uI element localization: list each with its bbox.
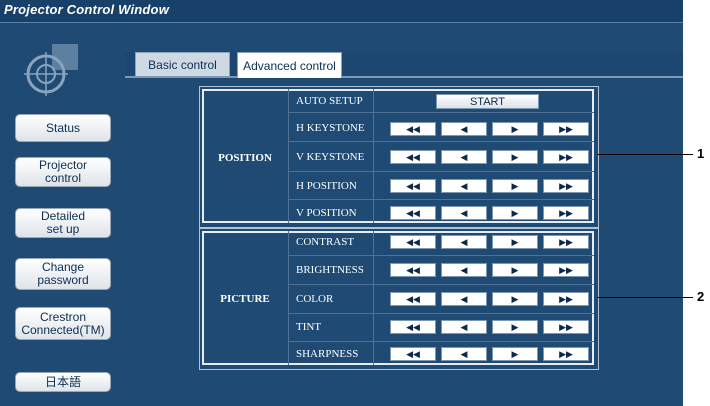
sharpness-right-button[interactable]: ▶	[492, 347, 538, 361]
brightness-label: BRIGHTNESS	[296, 264, 364, 276]
sharpness-fast-right-button[interactable]: ▶▶	[543, 347, 589, 361]
tab-advanced-control[interactable]: Advanced control	[237, 52, 342, 78]
v-keystone-right-button[interactable]: ▶	[492, 150, 538, 164]
brightness-left-button[interactable]: ◀	[441, 263, 487, 277]
v-keystone-left-button[interactable]: ◀	[441, 150, 487, 164]
color-fast-left-button[interactable]: ◀◀	[390, 292, 436, 306]
divider	[288, 141, 594, 142]
sidebar-item-label: 日本語	[44, 374, 81, 389]
tint-fast-left-button[interactable]: ◀◀	[390, 320, 436, 334]
sidebar-item-crestron[interactable]: Crestron Connected(TM)	[15, 307, 111, 340]
callout-number-2: 2	[697, 289, 705, 304]
divider	[288, 171, 594, 172]
h-position-label: H POSITION	[296, 180, 357, 192]
sidebar-item-label: Detailed set up	[40, 209, 86, 236]
tint-label: TINT	[296, 321, 322, 333]
sidebar-item-label: Change password	[37, 260, 89, 287]
divider	[288, 313, 594, 314]
position-panel: POSITION AUTO SETUP START H KEYSTONE ◀◀ …	[199, 86, 599, 228]
brightness-fast-left-button[interactable]: ◀◀	[390, 263, 436, 277]
color-label: COLOR	[296, 293, 334, 305]
auto-setup-label: AUTO SETUP	[296, 95, 363, 107]
h-keystone-fast-right-button[interactable]: ▶▶	[543, 122, 589, 136]
sidebar-item-japanese[interactable]: 日本語	[15, 372, 111, 392]
h-position-right-button[interactable]: ▶	[492, 179, 538, 193]
tint-right-button[interactable]: ▶	[492, 320, 538, 334]
divider	[288, 255, 594, 256]
color-fast-right-button[interactable]: ▶▶	[543, 292, 589, 306]
contrast-right-button[interactable]: ▶	[492, 235, 538, 249]
h-keystone-fast-left-button[interactable]: ◀◀	[390, 122, 436, 136]
title-bar: Projector Control Window	[0, 0, 683, 23]
sidebar-item-status[interactable]: Status	[15, 114, 111, 142]
v-keystone-label: V KEYSTONE	[296, 151, 365, 163]
v-position-fast-right-button[interactable]: ▶▶	[543, 206, 589, 220]
callout-number-1: 1	[697, 146, 705, 161]
divider	[288, 112, 594, 113]
sidebar-item-change-password[interactable]: Change password	[15, 258, 111, 290]
contrast-fast-left-button[interactable]: ◀◀	[390, 235, 436, 249]
divider	[288, 199, 594, 200]
h-keystone-left-button[interactable]: ◀	[441, 122, 487, 136]
brightness-right-button[interactable]: ▶	[492, 263, 538, 277]
picture-section-label: PICTURE	[220, 293, 270, 305]
tint-fast-right-button[interactable]: ▶▶	[543, 320, 589, 334]
tint-left-button[interactable]: ◀	[441, 320, 487, 334]
sidebar-item-label: Status	[45, 120, 81, 135]
color-right-button[interactable]: ▶	[492, 292, 538, 306]
sidebar-item-label: Crestron Connected(TM)	[21, 309, 105, 337]
picture-panel: PICTURE CONTRAST ◀◀ ◀ ▶ ▶▶ BRIGHTNESS ◀◀…	[199, 228, 599, 370]
v-position-fast-left-button[interactable]: ◀◀	[390, 206, 436, 220]
brightness-fast-right-button[interactable]: ▶▶	[543, 263, 589, 277]
v-keystone-fast-right-button[interactable]: ▶▶	[543, 150, 589, 164]
divider	[373, 231, 374, 365]
sharpness-fast-left-button[interactable]: ◀◀	[390, 347, 436, 361]
tab-basic-control[interactable]: Basic control	[135, 52, 230, 76]
h-position-fast-left-button[interactable]: ◀◀	[390, 179, 436, 193]
color-left-button[interactable]: ◀	[441, 292, 487, 306]
divider	[373, 89, 374, 223]
sidebar-item-projector-control[interactable]: Projector control	[15, 157, 111, 187]
position-section-label: POSITION	[218, 152, 272, 164]
tab-label: Advanced control	[243, 58, 336, 73]
tab-bar: Basic control Advanced control	[125, 52, 683, 78]
sharpness-label: SHARPNESS	[296, 348, 359, 360]
h-position-left-button[interactable]: ◀	[441, 179, 487, 193]
contrast-fast-right-button[interactable]: ▶▶	[543, 235, 589, 249]
target-logo-icon	[24, 44, 78, 96]
sidebar-item-label: Projector control	[38, 158, 88, 185]
callout-line-1	[597, 154, 693, 155]
h-keystone-right-button[interactable]: ▶	[492, 122, 538, 136]
v-position-label: V POSITION	[296, 207, 357, 219]
h-keystone-label: H KEYSTONE	[296, 122, 365, 134]
divider	[288, 284, 594, 285]
v-position-left-button[interactable]: ◀	[441, 206, 487, 220]
projector-control-window: Projector Control Window Status Projecto…	[0, 0, 683, 406]
sidebar-item-detailed-setup[interactable]: Detailed set up	[15, 208, 111, 238]
v-keystone-fast-left-button[interactable]: ◀◀	[390, 150, 436, 164]
window-title: Projector Control Window	[4, 2, 170, 17]
h-position-fast-right-button[interactable]: ▶▶	[543, 179, 589, 193]
contrast-left-button[interactable]: ◀	[441, 235, 487, 249]
callout-line-2	[597, 297, 693, 298]
contrast-label: CONTRAST	[296, 236, 355, 248]
tab-label: Basic control	[148, 57, 217, 72]
v-position-right-button[interactable]: ▶	[492, 206, 538, 220]
auto-setup-start-button[interactable]: START	[436, 94, 539, 109]
divider	[288, 341, 594, 342]
sharpness-left-button[interactable]: ◀	[441, 347, 487, 361]
